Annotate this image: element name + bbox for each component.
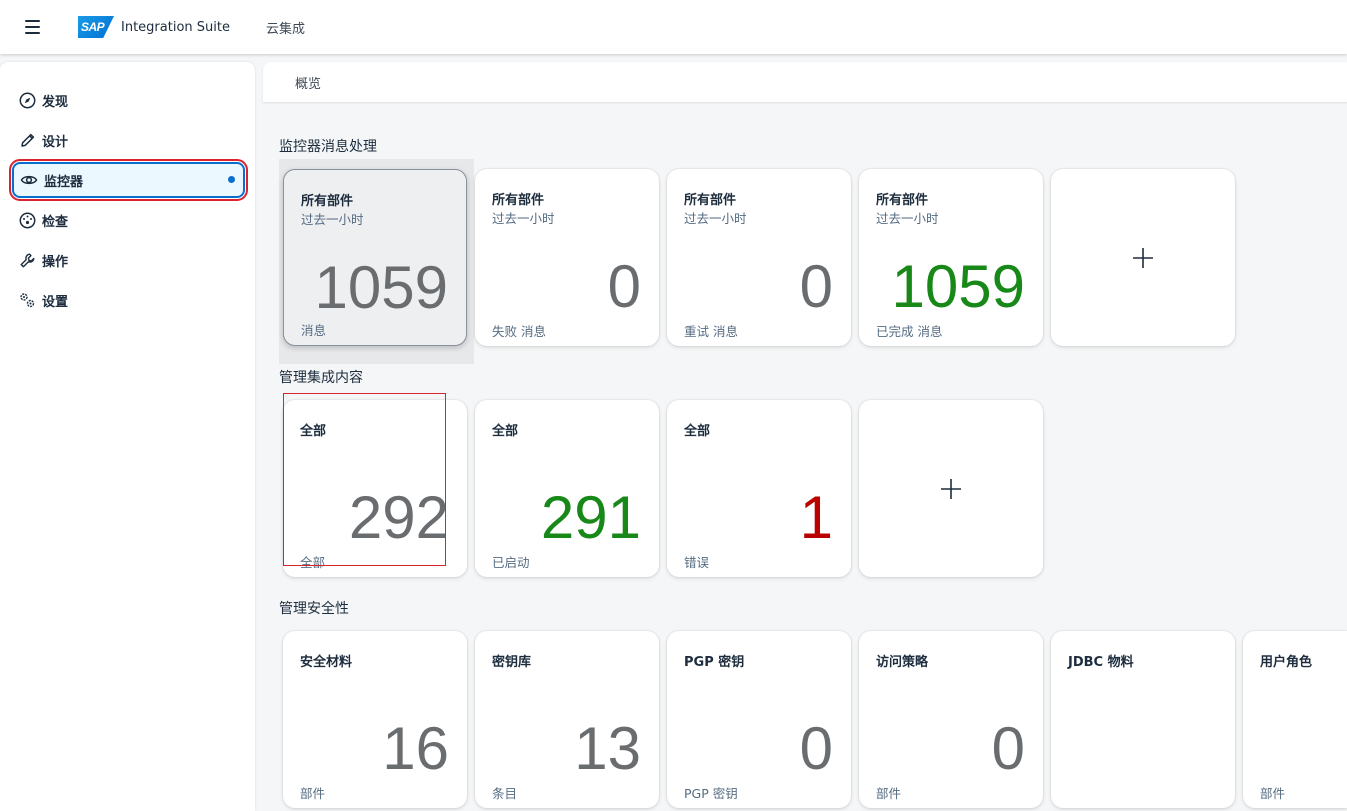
tile-error-content[interactable]: 全部 1 错误 xyxy=(667,400,851,577)
add-tile-button[interactable] xyxy=(859,400,1043,577)
sidebar-item-label: 监控器 xyxy=(44,174,84,190)
plus-icon xyxy=(1051,169,1235,346)
tile-keystore[interactable]: 密钥库 13 条目 xyxy=(475,631,659,808)
tile-value: 0 xyxy=(799,715,833,782)
tile-title: 全部 xyxy=(684,424,711,439)
tile-subtitle: 过去一小时 xyxy=(301,212,364,227)
sidebar-item-label: 发现 xyxy=(42,94,69,110)
tile-subtitle: 过去一小时 xyxy=(684,211,747,226)
sidebar-item-label: 设置 xyxy=(42,294,69,310)
tile-value: 292 xyxy=(348,484,449,551)
tile-footer: 全部 xyxy=(300,555,326,570)
gauge-icon xyxy=(18,211,36,229)
add-tile-button[interactable] xyxy=(1051,169,1235,346)
tile-failed-messages[interactable]: 所有部件 过去一小时 0 失败 消息 xyxy=(475,169,659,346)
tile-title: 所有部件 xyxy=(492,193,545,208)
tile-footer: 部件 xyxy=(300,786,326,801)
tile-title: 全部 xyxy=(300,424,327,439)
tile-title: 访问策略 xyxy=(876,655,929,670)
selected-indicator-dot xyxy=(228,176,235,183)
tile-footer: 已启动 xyxy=(492,555,530,570)
tile-subtitle: 过去一小时 xyxy=(876,211,939,226)
tile-all-content[interactable]: 全部 292 全部 xyxy=(283,400,467,577)
tile-title: 所有部件 xyxy=(301,194,354,209)
tile-title: 密钥库 xyxy=(492,655,532,670)
product-subtitle: 云集成 xyxy=(265,21,305,37)
tile-value: 291 xyxy=(540,484,641,551)
plus-icon xyxy=(859,400,1043,577)
sidebar-item-settings[interactable]: 设置 xyxy=(10,282,245,318)
sidebar-item-operations[interactable]: 操作 xyxy=(10,242,245,278)
tile-footer: 已完成 消息 xyxy=(876,324,943,339)
tile-footer: 部件 xyxy=(876,786,902,801)
sidebar-item-label: 检查 xyxy=(42,214,69,230)
tile-pgp-keys[interactable]: PGP 密钥 0 PGP 密钥 xyxy=(667,631,851,808)
tile-title: PGP 密钥 xyxy=(684,655,745,670)
pencil-icon xyxy=(18,131,36,149)
sidebar-item-monitor[interactable]: 监控器 xyxy=(9,159,248,201)
tile-footer: 消息 xyxy=(301,323,327,338)
sidebar-item-label: 设计 xyxy=(42,134,69,150)
tile-access-policies[interactable]: 访问策略 0 部件 xyxy=(859,631,1043,808)
tile-title: 安全材料 xyxy=(300,655,353,670)
tile-value: 0 xyxy=(991,715,1025,782)
compass-icon xyxy=(18,91,36,109)
tile-title: 所有部件 xyxy=(684,193,737,208)
tile-footer: 条目 xyxy=(492,786,518,801)
sidebar-item-discover[interactable]: 发现 xyxy=(10,82,245,118)
breadcrumb-current[interactable]: 概览 xyxy=(295,73,321,92)
sidebar-item-inspect[interactable]: 检查 xyxy=(10,202,245,238)
eye-icon xyxy=(20,171,38,189)
tile-value: 0 xyxy=(799,253,833,320)
tile-security-material[interactable]: 安全材料 16 部件 xyxy=(283,631,467,808)
tile-footer: 错误 xyxy=(684,555,710,570)
tile-jdbc-material[interactable]: JDBC 物料 xyxy=(1051,631,1235,808)
tile-all-messages[interactable]: 所有部件 过去一小时 1059 消息 xyxy=(283,169,467,346)
tile-value: 1059 xyxy=(891,253,1025,320)
section-title-content: 管理集成内容 xyxy=(279,370,363,386)
tile-value: 1 xyxy=(799,484,833,551)
wrench-icon xyxy=(18,251,36,269)
tile-title: 全部 xyxy=(492,424,519,439)
breadcrumb: 概览 xyxy=(263,62,1347,102)
tile-title: 用户角色 xyxy=(1260,655,1313,670)
tile-footer: 重试 消息 xyxy=(684,324,738,339)
tile-value: 13 xyxy=(574,715,641,782)
section-title-security: 管理安全性 xyxy=(279,601,349,617)
hamburger-menu-icon[interactable] xyxy=(16,11,48,43)
tile-footer: 失败 消息 xyxy=(492,324,546,339)
tile-user-roles[interactable]: 用户角色 部件 xyxy=(1243,631,1347,808)
sap-logo[interactable]: SAP xyxy=(78,16,114,38)
main-content: 概览 监控器消息处理 所有部件 过去一小时 1059 消息 所有部件 过去一小时… xyxy=(263,62,1347,811)
tile-value: 16 xyxy=(382,715,449,782)
tile-started-content[interactable]: 全部 291 已启动 xyxy=(475,400,659,577)
tile-title: JDBC 物料 xyxy=(1068,655,1134,670)
tile-retry-messages[interactable]: 所有部件 过去一小时 0 重试 消息 xyxy=(667,169,851,346)
sidebar-item-label: 操作 xyxy=(42,254,69,270)
section-title-messages: 监控器消息处理 xyxy=(279,139,377,155)
tile-subtitle: 过去一小时 xyxy=(492,211,555,226)
tile-value: 0 xyxy=(607,253,641,320)
tile-footer: 部件 xyxy=(1260,786,1286,801)
shell-bar: SAP Integration Suite 云集成 xyxy=(0,0,1347,54)
tile-value: 1059 xyxy=(314,254,448,321)
sidebar-item-design[interactable]: 设计 xyxy=(10,122,245,158)
gears-icon xyxy=(18,291,36,309)
product-name: Integration Suite xyxy=(121,19,230,35)
tile-completed-messages[interactable]: 所有部件 过去一小时 1059 已完成 消息 xyxy=(859,169,1043,346)
tile-title: 所有部件 xyxy=(876,193,929,208)
tile-footer: PGP 密钥 xyxy=(684,786,738,801)
side-navigation: 发现 设计 监控器 检查 操作 设置 xyxy=(0,62,255,811)
